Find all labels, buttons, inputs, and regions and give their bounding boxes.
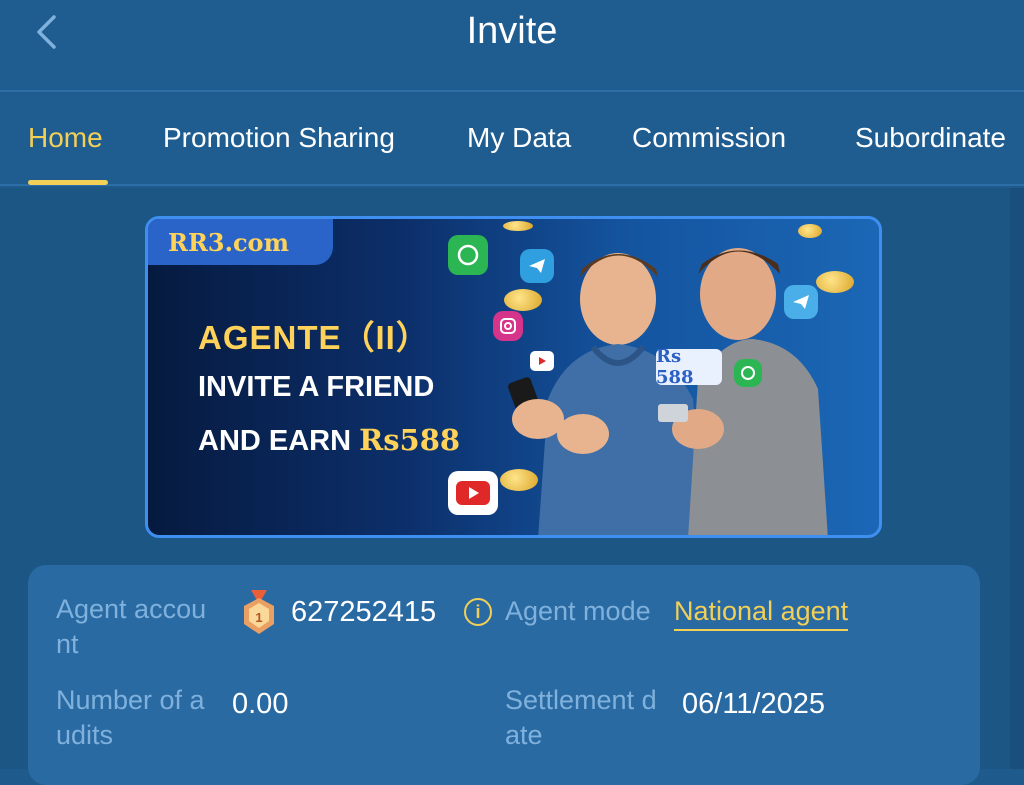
telegram-icon [520,249,554,283]
coin-decoration [798,224,822,238]
coin-decoration [503,221,533,231]
whatsapp-icon [448,235,488,275]
medal-level: 1 [255,610,262,625]
tab-home[interactable]: Home [28,122,103,154]
settlement-date-value: 06/11/2025 [682,688,825,720]
agent-mode-link[interactable]: National agent [674,596,849,631]
medal-icon: 1 [244,590,274,634]
banner-title: AGENTE（II） [198,319,430,356]
tab-promotion-sharing[interactable]: Promotion Sharing [163,122,395,154]
banner-earn-amount: Rs588 [359,423,461,457]
page-title: Invite [466,10,558,52]
info-icon[interactable]: i [464,598,492,626]
audits-label: Number of a udits [56,685,205,750]
coin-decoration [816,271,854,293]
coin-decoration [500,469,538,491]
youtube-small-icon [530,351,554,371]
tab-commission[interactable]: Commission [632,122,786,154]
agent-account-label: Agent accou nt [56,594,207,659]
tab-bar: Home Promotion Sharing My Data Commissio… [0,94,1024,186]
settlement-date-label: Settlement d ate [505,685,657,750]
agent-mode-label: Agent mode [505,596,651,626]
price-bubble: Rs 588 [656,346,722,388]
coin-decoration [504,289,542,311]
instagram-icon [493,311,523,341]
agent-account-value: 627252415 [291,596,437,628]
banner-line-invite: INVITE A FRIEND [198,371,435,403]
app-header: Invite [0,0,1024,92]
telegram-small-icon [784,285,818,319]
brand-logo: RR3.com [148,219,333,265]
banner-line-earn: AND EARN Rs588 [198,423,460,458]
tab-my-data[interactable]: My Data [467,122,571,154]
scrollbar[interactable] [1010,188,1024,769]
tab-subordinate[interactable]: Subordinate [855,122,1006,154]
youtube-icon [448,471,498,515]
active-tab-indicator [28,180,108,185]
whatsapp-small-icon [734,359,762,387]
audits-value: 0.00 [232,688,289,720]
banner-earn-prefix: AND EARN [198,425,360,457]
promo-banner[interactable]: RR3.com AGENTE（II） INVITE A FRIEND AND E… [145,216,882,538]
